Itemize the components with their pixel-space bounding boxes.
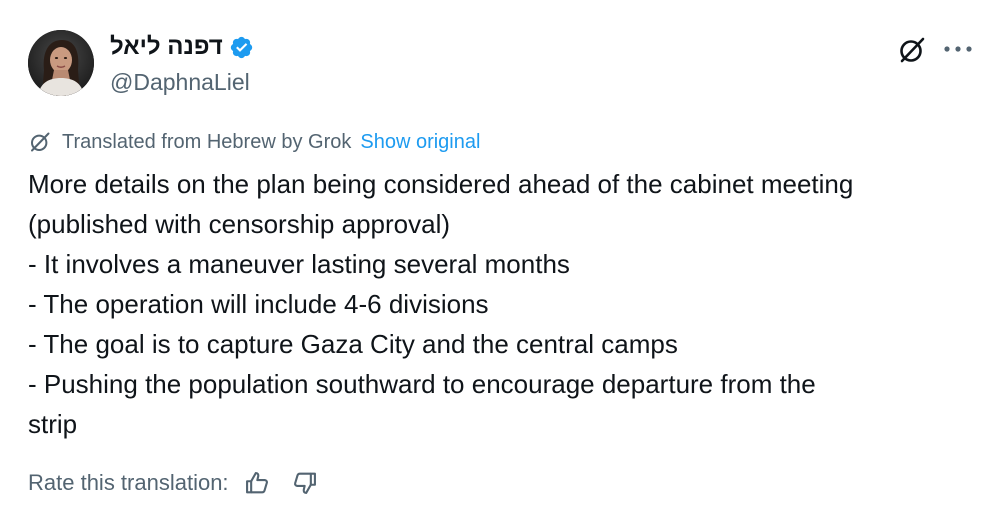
show-original-link[interactable]: Show original xyxy=(360,128,480,156)
grok-icon[interactable] xyxy=(896,34,928,66)
translated-notice-text: Translated from Hebrew by Grok xyxy=(62,131,352,153)
grok-icon xyxy=(31,132,50,152)
thumbs-down-icon[interactable] xyxy=(291,469,319,497)
tweet-line: (published with censorship approval) xyxy=(28,209,451,239)
tweet-line: - Pushing the population southward to en… xyxy=(28,369,816,399)
tweet-card: דפנה ליאל @DaphnaLiel Translated from He… xyxy=(0,0,1000,520)
thumbs-up-icon[interactable] xyxy=(243,469,271,497)
rate-translation: Rate this translation: xyxy=(28,466,319,500)
verified-badge-icon xyxy=(230,36,252,58)
author-handle[interactable]: @DaphnaLiel xyxy=(110,68,250,96)
avatar-image xyxy=(28,30,94,96)
tweet-line: - It involves a maneuver lasting several… xyxy=(28,249,570,279)
avatar[interactable] xyxy=(28,30,94,96)
author-name-row: דפנה ליאל xyxy=(110,32,254,62)
tweet-line: strip xyxy=(28,409,78,439)
tweet-line: - The operation will include 4-6 divisio… xyxy=(28,289,489,319)
rate-translation-label: Rate this translation: xyxy=(28,470,229,495)
translation-notice: Translated from Hebrew by Grok Show orig… xyxy=(28,128,480,156)
more-icon[interactable] xyxy=(940,36,976,62)
tweet-line: More details on the plan being considere… xyxy=(28,169,854,199)
tweet-text: More details on the plan being considere… xyxy=(28,164,978,444)
author-display-name[interactable]: דפנה ליאל xyxy=(110,32,223,62)
tweet-line: - The goal is to capture Gaza City and t… xyxy=(28,329,678,359)
